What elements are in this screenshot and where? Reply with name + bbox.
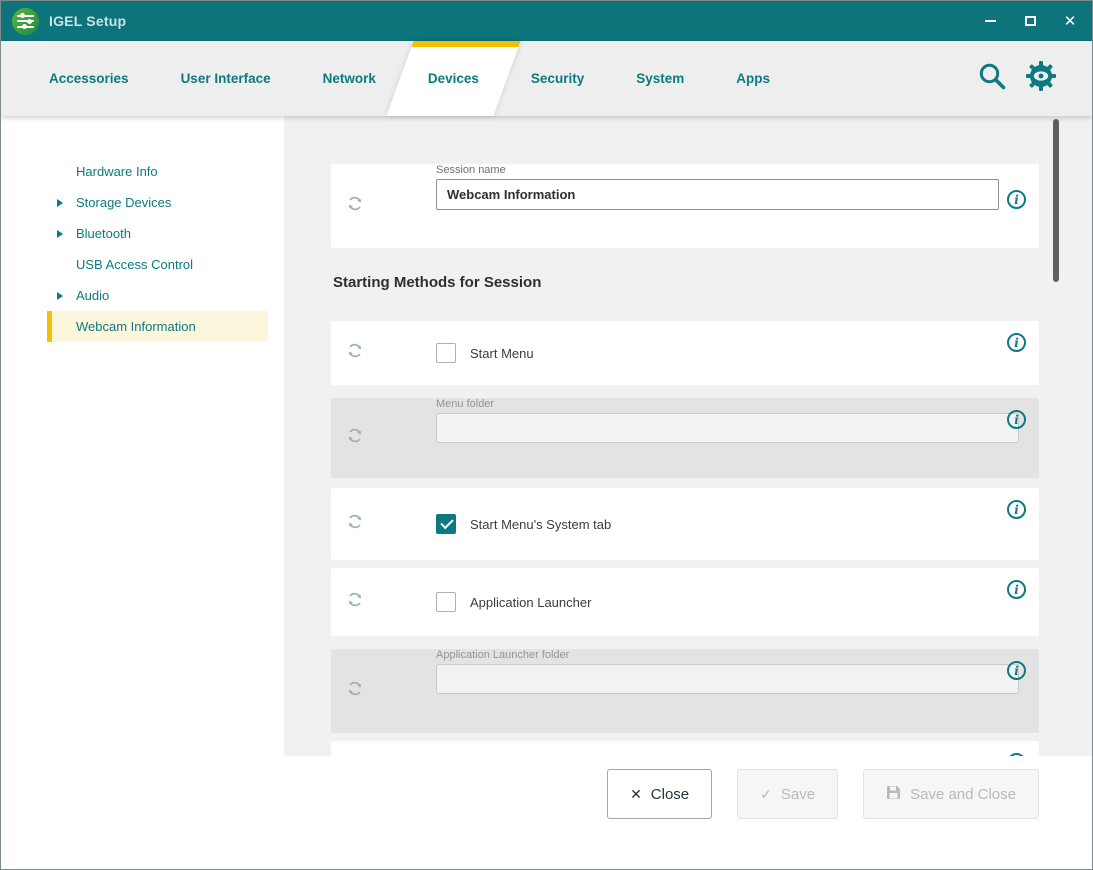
tab-devices[interactable]: Devices	[428, 41, 479, 116]
info-icon[interactable]	[1007, 410, 1026, 429]
main-content: Session name Starting Methods for Sessio…	[284, 116, 1092, 756]
sidebar-item-usb-access-control[interactable]: USB Access Control	[1, 249, 284, 280]
sidebar-item-webcam-information[interactable]: Webcam Information	[47, 311, 268, 342]
application-launcher-folder-input[interactable]	[436, 664, 1019, 694]
application-launcher-folder-row: Application Launcher folder	[331, 649, 1039, 733]
tabs: Accessories User Interface Network Devic…	[49, 41, 770, 116]
sidebar-item-storage-devices[interactable]: Storage Devices	[1, 187, 284, 218]
footer: ✕ Close ✓ Save Save and Close	[1, 756, 1092, 869]
sidebar-item-hardware-info[interactable]: Hardware Info	[1, 156, 284, 187]
application-launcher-folder-label: Application Launcher folder	[436, 649, 1019, 661]
reset-to-default-icon[interactable]	[346, 513, 364, 536]
expander-icon[interactable]	[57, 230, 63, 238]
sidebar-item-audio[interactable]: Audio	[1, 280, 284, 311]
info-icon[interactable]	[1007, 661, 1026, 680]
tab-system[interactable]: System	[636, 41, 684, 116]
info-icon[interactable]	[1007, 333, 1026, 352]
sidebar-item-bluetooth[interactable]: Bluetooth	[1, 218, 284, 249]
reset-to-default-icon[interactable]	[346, 680, 364, 703]
start-menu-row: Start Menu	[331, 321, 1039, 385]
checkbox-label: Application Launcher	[470, 595, 591, 610]
menu-folder-input[interactable]	[436, 413, 1019, 443]
minimize-icon	[985, 20, 996, 22]
application-launcher-checkbox[interactable]	[436, 592, 456, 612]
tab-accessories[interactable]: Accessories	[49, 41, 129, 116]
tab-apps[interactable]: Apps	[736, 41, 770, 116]
info-icon[interactable]	[1007, 500, 1026, 519]
igel-logo-icon	[12, 8, 39, 35]
window-controls: ✕	[982, 13, 1078, 29]
window-title: IGEL Setup	[49, 13, 126, 29]
search-icon[interactable]	[976, 60, 1008, 97]
info-icon[interactable]	[1007, 190, 1026, 209]
close-button[interactable]: ✕ Close	[607, 769, 712, 819]
tab-network[interactable]: Network	[323, 41, 376, 116]
reset-to-default-icon[interactable]	[346, 342, 364, 365]
application-launcher-folder-field: Application Launcher folder	[436, 649, 1019, 694]
session-name-field: Session name	[436, 164, 999, 210]
minimize-button[interactable]	[982, 13, 998, 29]
menu-folder-row: Menu folder	[331, 398, 1039, 478]
close-x-icon: ✕	[630, 786, 642, 803]
body: Hardware Info Storage Devices Bluetooth …	[1, 116, 1092, 756]
vertical-scrollbar-thumb[interactable]	[1053, 119, 1059, 282]
start-menu-system-tab-checkbox[interactable]	[436, 514, 456, 534]
tab-security[interactable]: Security	[531, 41, 584, 116]
session-name-input[interactable]	[436, 179, 999, 210]
close-window-button[interactable]: ✕	[1062, 13, 1078, 29]
session-name-label: Session name	[436, 164, 999, 176]
reset-to-default-icon[interactable]	[346, 591, 364, 614]
save-and-close-button[interactable]: Save and Close	[863, 769, 1039, 819]
start-menu-system-tab-row: Start Menu's System tab	[331, 488, 1039, 560]
menu-folder-field: Menu folder	[436, 398, 1019, 443]
tabbar-icons	[976, 59, 1058, 98]
tab-user-interface[interactable]: User Interface	[181, 41, 271, 116]
maximize-button[interactable]	[1022, 13, 1038, 29]
reset-to-default-icon[interactable]	[346, 195, 364, 218]
save-button[interactable]: ✓ Save	[737, 769, 838, 819]
gear-eye-icon[interactable]	[1024, 59, 1058, 98]
reset-to-default-icon[interactable]	[346, 427, 364, 450]
titlebar: IGEL Setup ✕	[1, 1, 1092, 41]
expander-icon[interactable]	[57, 292, 63, 300]
session-name-card: Session name	[331, 164, 1039, 248]
menu-folder-label: Menu folder	[436, 398, 1019, 410]
start-menu-checkbox[interactable]	[436, 343, 456, 363]
igel-setup-window: IGEL Setup ✕ Accessories User Interface …	[0, 0, 1093, 870]
checkbox-label: Start Menu	[470, 346, 534, 361]
sidebar: Hardware Info Storage Devices Bluetooth …	[1, 116, 284, 756]
info-icon[interactable]	[1007, 580, 1026, 599]
tab-bar: Accessories User Interface Network Devic…	[1, 41, 1092, 116]
floppy-disk-icon	[886, 785, 901, 803]
section-heading: Starting Methods for Session	[333, 274, 1039, 291]
maximize-icon	[1025, 16, 1036, 26]
checkbox-label: Start Menu's System tab	[470, 517, 611, 532]
expander-icon[interactable]	[57, 199, 63, 207]
application-launcher-row: Application Launcher	[331, 568, 1039, 636]
check-icon: ✓	[760, 786, 772, 803]
partial-row	[331, 741, 1039, 756]
